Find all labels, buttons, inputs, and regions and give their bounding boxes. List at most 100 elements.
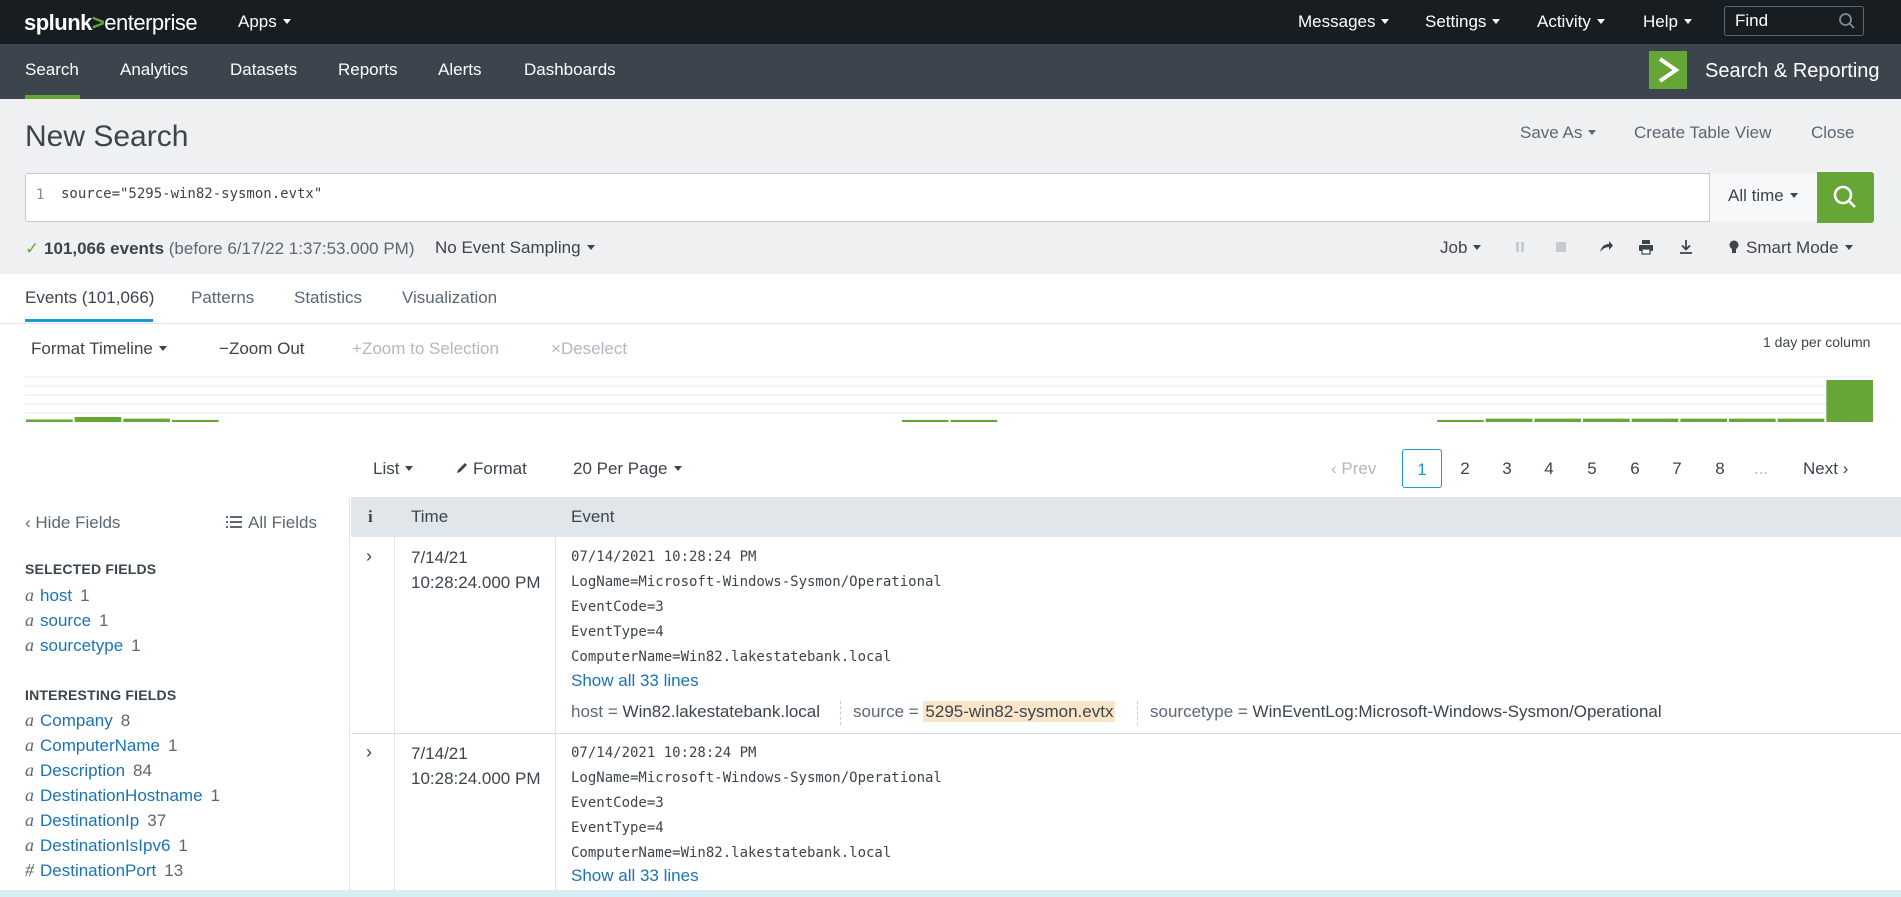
search-query-input[interactable]: source="5295-win82-sysmon.evtx": [61, 186, 322, 202]
timeline-bar[interactable]: [1826, 380, 1873, 422]
field-destinationisipv6[interactable]: a DestinationIsIpv6 1: [25, 835, 188, 856]
nav-alerts[interactable]: Alerts: [438, 60, 481, 80]
timeline-bar[interactable]: [1437, 419, 1484, 422]
format-timeline-button[interactable]: Format Timeline: [31, 339, 167, 359]
create-table-view-button[interactable]: Create Table View: [1634, 123, 1771, 143]
nav-analytics[interactable]: Analytics: [120, 60, 188, 80]
timeline-bar[interactable]: [1485, 418, 1533, 422]
field-destinationip[interactable]: a DestinationIp 37: [25, 810, 166, 831]
timeline-bar[interactable]: [1631, 418, 1679, 422]
timeline-bar[interactable]: [1534, 418, 1582, 422]
save-as-button[interactable]: Save As: [1520, 123, 1597, 143]
time-range-picker[interactable]: All time: [1709, 173, 1817, 222]
page-3[interactable]: 3: [1487, 449, 1527, 488]
share-icon[interactable]: [1597, 238, 1615, 256]
search-submit-button[interactable]: [1817, 172, 1874, 223]
export-icon[interactable]: [1677, 238, 1695, 256]
help-menu-label: Help: [1643, 12, 1678, 31]
search-mode-dropdown[interactable]: Smart Mode: [1728, 238, 1853, 258]
event-sampling-dropdown[interactable]: No Event Sampling: [435, 238, 595, 258]
messages-menu[interactable]: Messages: [1298, 12, 1390, 32]
deselect-button[interactable]: ×Deselect: [551, 339, 627, 359]
print-icon[interactable]: [1637, 238, 1655, 256]
time-column-header[interactable]: Time: [411, 507, 448, 527]
field-destinationhostname[interactable]: a DestinationHostname 1: [25, 785, 220, 806]
field-description[interactable]: a Description 84: [25, 760, 152, 781]
pause-icon[interactable]: [1511, 238, 1529, 256]
search-icon[interactable]: [1838, 12, 1856, 30]
field-host[interactable]: a host 1: [25, 585, 90, 606]
timeline-bar[interactable]: [1777, 418, 1825, 422]
timeline-bar[interactable]: [1583, 418, 1630, 422]
timeline-bar[interactable]: [26, 419, 73, 422]
logo-text-enterprise: enterprise: [104, 10, 198, 35]
tab-statistics[interactable]: Statistics: [294, 288, 362, 308]
page-4[interactable]: 4: [1529, 449, 1569, 488]
event-column-header[interactable]: Event: [571, 507, 614, 527]
next-page-button[interactable]: Next ›: [1803, 459, 1848, 479]
timeline-bar[interactable]: [901, 419, 949, 422]
timeline-bar[interactable]: [171, 419, 219, 422]
show-all-lines-link[interactable]: Show all 33 lines: [571, 866, 699, 886]
activity-menu[interactable]: Activity: [1537, 12, 1605, 32]
timeline-bar[interactable]: [1680, 418, 1728, 422]
field-name: DestinationHostname: [40, 786, 203, 805]
selected-fields-heading: SELECTED FIELDS: [25, 561, 157, 577]
expand-event-button[interactable]: ›: [366, 742, 372, 763]
apps-menu[interactable]: Apps: [238, 12, 291, 32]
format-timeline-label: Format Timeline: [31, 339, 153, 358]
nav-reports[interactable]: Reports: [338, 60, 398, 80]
page-6[interactable]: 6: [1615, 449, 1655, 488]
show-all-lines-link[interactable]: Show all 33 lines: [571, 671, 699, 691]
format-button[interactable]: Format: [455, 459, 527, 479]
help-menu[interactable]: Help: [1643, 12, 1692, 32]
time-range-label: All time: [1728, 186, 1784, 205]
field-computername[interactable]: a ComputerName 1: [25, 735, 177, 756]
zoom-out-button[interactable]: −Zoom Out: [219, 339, 305, 359]
timeline-bar[interactable]: [1729, 418, 1776, 422]
app-logo-icon[interactable]: [1649, 51, 1687, 89]
event-host-field[interactable]: host = Win82.lakestatebank.local: [571, 702, 820, 722]
field-type: a: [25, 810, 34, 830]
event-source-field[interactable]: source = 5295-win82-sysmon.evtx: [853, 701, 1116, 722]
timeline-bar[interactable]: [74, 416, 122, 422]
app-title[interactable]: Search & Reporting: [1705, 60, 1880, 83]
timeline-bar[interactable]: [123, 418, 170, 422]
field-sourcetype[interactable]: a sourcetype 1: [25, 635, 141, 656]
chevron-down-icon: [158, 346, 167, 351]
field-company[interactable]: a Company 8: [25, 710, 130, 731]
nav-datasets[interactable]: Datasets: [230, 60, 297, 80]
event-sourcetype-field[interactable]: sourcetype = WinEventLog:Microsoft-Windo…: [1150, 702, 1662, 722]
tab-visualization[interactable]: Visualization: [402, 288, 497, 308]
format-label: Format: [473, 459, 527, 478]
tab-patterns[interactable]: Patterns: [191, 288, 254, 308]
zoom-to-selection-button[interactable]: +Zoom to Selection: [352, 339, 499, 359]
stop-icon[interactable]: [1552, 238, 1570, 256]
page-8[interactable]: 8: [1700, 449, 1740, 488]
info-column-header[interactable]: i: [368, 507, 373, 527]
all-fields-button[interactable]: All Fields: [226, 513, 317, 533]
expand-event-button[interactable]: ›: [366, 546, 372, 567]
page-5[interactable]: 5: [1572, 449, 1612, 488]
close-button[interactable]: Close: [1811, 123, 1854, 143]
settings-menu[interactable]: Settings: [1425, 12, 1501, 32]
tab-events[interactable]: Events (101,066): [25, 288, 154, 308]
list-view-dropdown[interactable]: List: [373, 459, 414, 479]
event-raw-line: EventType=4: [571, 624, 664, 640]
per-page-dropdown[interactable]: 20 Per Page: [573, 459, 682, 479]
field-destinationport[interactable]: # DestinationPort 13: [25, 860, 183, 881]
page-7[interactable]: 7: [1657, 449, 1697, 488]
field-name: sourcetype: [40, 636, 124, 655]
splunk-logo[interactable]: splunk>enterprise: [24, 10, 198, 36]
field-source[interactable]: a source 1: [25, 610, 109, 631]
check-icon: ✓: [25, 239, 40, 258]
nav-search[interactable]: Search: [25, 60, 79, 80]
timeline-bar[interactable]: [950, 419, 998, 422]
nav-dashboards[interactable]: Dashboards: [524, 60, 616, 80]
page-1[interactable]: 1: [1402, 449, 1442, 488]
event-timeline[interactable]: [25, 376, 1874, 422]
page-2[interactable]: 2: [1445, 449, 1485, 488]
job-menu[interactable]: Job: [1440, 238, 1482, 258]
prev-page-button[interactable]: ‹ Prev: [1331, 459, 1376, 479]
hide-fields-button[interactable]: ‹ Hide Fields: [25, 513, 120, 533]
